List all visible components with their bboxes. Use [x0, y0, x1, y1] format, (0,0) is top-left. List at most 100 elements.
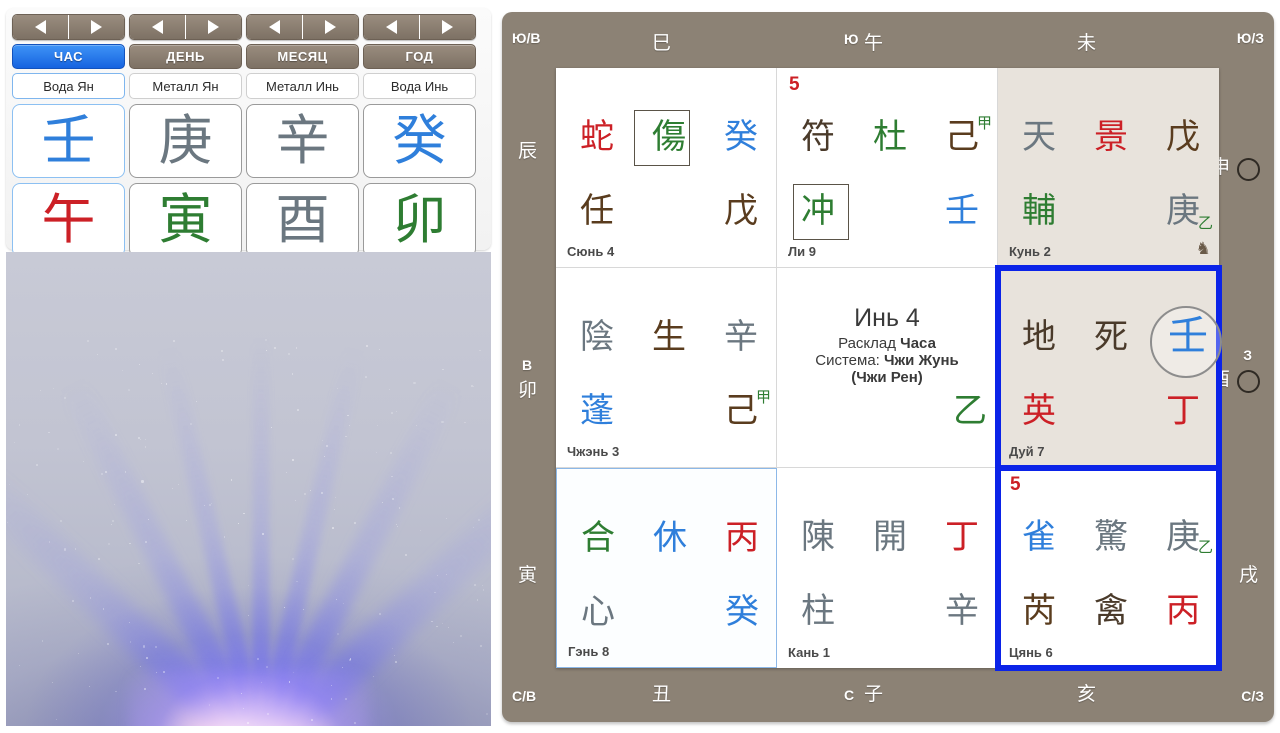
left-panel: ЧАС Вода Ян 壬 午 ДЕНЬ Металл Ян 庚 寅 МЕСЯЦ…: [0, 0, 497, 733]
palace-glyph: 辛: [724, 317, 758, 357]
palace-cell-gen[interactable]: 合 休 丙 心 癸 Гэнь 8: [556, 468, 777, 668]
year-stepper[interactable]: [363, 14, 476, 40]
palace-glyph: 庚: [1166, 517, 1200, 557]
palace-glyph: 己: [945, 117, 979, 157]
month-stem-glyph[interactable]: 辛: [246, 104, 359, 178]
hour-stepper[interactable]: [12, 14, 125, 40]
edge-north-prefix: С: [844, 687, 855, 703]
hour-next-button[interactable]: [68, 15, 124, 39]
palace-glyph: 地: [1022, 317, 1056, 357]
palace-glyph: 壬: [945, 191, 979, 231]
pillar-column-month: МЕСЯЦ Металл Инь 辛 酉: [246, 14, 359, 257]
palace-cell-li[interactable]: 5 符 杜 己 甲 冲 壬 Ли 9: [777, 68, 998, 268]
edge-bottom-zi: 子: [864, 683, 884, 705]
center-system-alt: (Чжи Рен): [851, 369, 923, 386]
palace-glyph: 戊: [724, 191, 758, 231]
palace-glyph: 輔: [1022, 191, 1056, 231]
palace-cell-zhen[interactable]: 陰 生 辛 蓬 己 甲 Чжэнь 3: [556, 268, 777, 468]
hour-prev-button[interactable]: [13, 15, 68, 39]
palace-glyph: 庚: [1166, 191, 1200, 231]
edge-southwest: Ю/З: [1236, 30, 1264, 46]
edge-right-xu: 戌: [1238, 564, 1258, 586]
day-prev-button[interactable]: [130, 15, 185, 39]
palace-glyph: 丙: [1166, 591, 1200, 631]
tab-hour[interactable]: ЧАС: [12, 44, 125, 69]
palace-glyph: 芮: [1022, 591, 1056, 631]
right-arrow-icon: [325, 20, 336, 34]
qimen-board-panel: Ю/В 巳 Ю 午 未 Ю/З С/В 丑 С 子 亥 С/З 辰 В 卯 寅 …: [502, 12, 1274, 722]
palace-glyph: 丁: [945, 517, 979, 557]
palace-cell-dui[interactable]: 地 死 壬 英 丁 Дуй 7: [995, 265, 1222, 471]
month-branch-glyph[interactable]: 酉: [246, 183, 359, 257]
palace-name: Кунь 2: [1009, 244, 1051, 259]
nine-palace-grid: M 蛇 傷 癸 任 戊 Сюнь 4 5 符 杜 己 甲 冲 壬 Ли 9 天 …: [556, 68, 1222, 671]
palace-glyph: 雀: [1022, 517, 1056, 557]
month-stepper[interactable]: [246, 14, 359, 40]
palace-glyph: 休: [653, 518, 687, 558]
palace-glyph: 生: [652, 317, 686, 357]
year-stem-glyph[interactable]: 癸: [363, 104, 476, 178]
palace-glyph: 辛: [945, 591, 979, 631]
center-title: Инь 4: [854, 304, 920, 332]
tab-year[interactable]: ГОД: [363, 44, 476, 69]
right-arrow-icon: [442, 20, 453, 34]
edge-east-prefix: В: [522, 357, 533, 373]
palace-glyph: 天: [1022, 117, 1056, 157]
month-next-button[interactable]: [302, 15, 358, 39]
tab-month[interactable]: МЕСЯЦ: [246, 44, 359, 69]
palace-glyph: 死: [1094, 317, 1128, 357]
you-marker-circle-icon[interactable]: [1237, 370, 1260, 393]
palace-cell-kan[interactable]: 陳 開 丁 柱 辛 Кань 1: [777, 468, 998, 668]
palace-superscript: 乙: [1198, 214, 1214, 232]
edge-left-yin: 寅: [518, 564, 538, 586]
palace-cell-qian[interactable]: 5 雀 驚 庚 乙 芮 禽 丙 Цянь 6: [995, 465, 1222, 671]
palace-name: Сюнь 4: [567, 244, 615, 259]
star-field: [6, 252, 491, 726]
palace-glyph: 符: [801, 117, 835, 157]
cosmic-background-image: [6, 252, 491, 726]
palace-glyph: 禽: [1094, 591, 1128, 631]
year-next-button[interactable]: [419, 15, 475, 39]
shen-marker-circle-icon[interactable]: [1237, 158, 1260, 181]
hour-element-label: Вода Ян: [12, 73, 125, 99]
day-branch-glyph[interactable]: 寅: [129, 183, 242, 257]
year-prev-button[interactable]: [364, 15, 419, 39]
edge-northwest: С/З: [1241, 688, 1264, 704]
palace-name: Гэнь 8: [568, 644, 610, 659]
hour-stem-glyph[interactable]: 壬: [12, 104, 125, 178]
day-element-label: Металл Ян: [129, 73, 242, 99]
palace-name: Цянь 6: [1009, 645, 1053, 660]
center-system-line: Система: Чжи Жунь: [777, 352, 997, 369]
right-arrow-icon: [91, 20, 102, 34]
day-stepper[interactable]: [129, 14, 242, 40]
palace-cell-kun[interactable]: 天 景 戊 輔 庚 乙 Кунь 2 ♞: [998, 68, 1219, 268]
hour-branch-glyph[interactable]: 午: [12, 183, 125, 257]
palace-glyph: 丙: [725, 518, 759, 558]
palace-glyph: 任: [580, 191, 614, 231]
right-arrow-icon: [208, 20, 219, 34]
edge-top-wei: 未: [1077, 32, 1097, 54]
year-branch-glyph[interactable]: 卯: [363, 183, 476, 257]
palace-glyph: 合: [581, 518, 615, 558]
day-next-button[interactable]: [185, 15, 241, 39]
palace-glyph: 蓬: [580, 391, 614, 431]
center-system-value: Чжи Жунь: [884, 352, 959, 369]
palace-superscript: 甲: [977, 114, 993, 132]
palace-name: Кань 1: [788, 645, 831, 660]
palace-glyph: 景: [1094, 117, 1128, 157]
palace-cell-center[interactable]: Инь 4 Расклад Часа Система: Чжи Жунь (Чж…: [777, 268, 998, 468]
edge-bottom-hai: 亥: [1077, 683, 1097, 705]
palace-cell-xun[interactable]: 蛇 傷 癸 任 戊 Сюнь 4: [556, 68, 777, 268]
center-layout-line: Расклад Часа: [777, 335, 997, 352]
edge-left-chen: 辰: [518, 140, 538, 162]
edge-west-prefix: З: [1243, 347, 1252, 363]
month-prev-button[interactable]: [247, 15, 302, 39]
four-pillars-board: ЧАС Вода Ян 壬 午 ДЕНЬ Металл Ян 庚 寅 МЕСЯЦ…: [6, 8, 491, 257]
palace-glyph: 驚: [1094, 517, 1128, 557]
tab-day[interactable]: ДЕНЬ: [129, 44, 242, 69]
palace-superscript: 甲: [756, 388, 772, 406]
palace-name: Дуй 7: [1009, 444, 1045, 459]
day-stem-glyph[interactable]: 庚: [129, 104, 242, 178]
palace-glyph: 癸: [724, 117, 758, 157]
month-element-label: Металл Инь: [246, 73, 359, 99]
